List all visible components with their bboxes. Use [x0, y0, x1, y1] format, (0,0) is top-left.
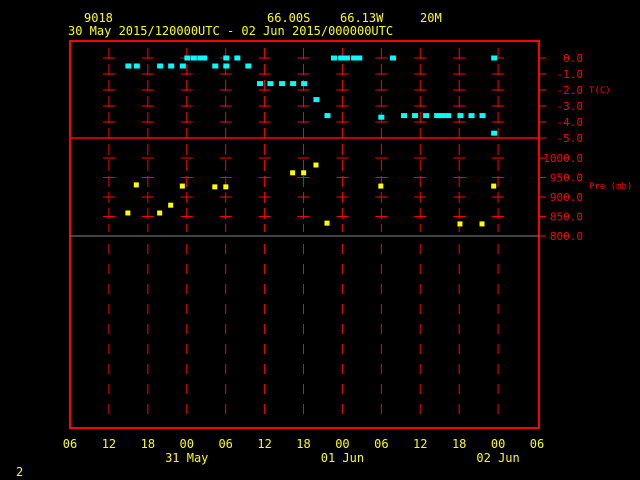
- pressure-point: [223, 184, 229, 190]
- temp-point: [412, 113, 419, 119]
- temp-point: [257, 81, 264, 87]
- x-tick-label: 12: [413, 437, 427, 451]
- x-tick-label: 18: [141, 437, 155, 451]
- plot-frame: [69, 40, 540, 429]
- x-tick-label: 06: [63, 437, 77, 451]
- temp-axis-label: T(C): [589, 86, 611, 96]
- temp-point: [330, 55, 337, 61]
- temp-point: [401, 113, 408, 119]
- temp-point: [479, 113, 486, 119]
- pressure-point: [125, 210, 131, 216]
- day-label: 31 May: [165, 451, 208, 465]
- pressure-point: [479, 221, 485, 227]
- temp-point: [439, 113, 446, 119]
- pressure-point: [133, 182, 139, 188]
- temp-point: [356, 55, 363, 61]
- x-tick-label: 12: [102, 437, 116, 451]
- time-period: 30 May 2015/120000UTC - 02 Jun 2015/0000…: [68, 24, 393, 38]
- grid: [102, 48, 546, 420]
- x-tick-label: 18: [296, 437, 310, 451]
- temp-point: [212, 63, 219, 69]
- elevation: 20M: [420, 11, 442, 25]
- x-tick-label: 00: [180, 437, 194, 451]
- temp-tick-label: -5.0: [557, 132, 584, 145]
- pressure-point: [324, 220, 330, 226]
- pressure-point: [313, 162, 319, 168]
- latitude: 66.00S: [267, 11, 310, 25]
- temp-point: [491, 55, 498, 61]
- x-tick-label: 06: [374, 437, 388, 451]
- pressure-point: [457, 221, 463, 227]
- temp-point: [245, 63, 252, 69]
- temp-point: [468, 113, 475, 119]
- pressure-point: [290, 170, 296, 176]
- temp-point: [201, 55, 208, 61]
- temp-point: [290, 81, 297, 87]
- temp-point: [223, 55, 230, 61]
- pressure-point: [157, 210, 163, 216]
- temp-point: [223, 63, 230, 69]
- x-tick-label: 06: [530, 437, 544, 451]
- pressure-point: [212, 184, 218, 190]
- temp-point: [301, 81, 308, 87]
- temp-point: [351, 55, 358, 61]
- temp-point: [324, 113, 331, 119]
- longitude: 66.13W: [340, 11, 384, 25]
- day-label: 02 Jun: [476, 451, 519, 465]
- temp-point: [179, 63, 186, 69]
- pres-tick-label: 850.0: [550, 211, 583, 224]
- temp-point: [457, 113, 464, 119]
- temp-point: [378, 114, 385, 120]
- temp-point: [279, 81, 286, 87]
- x-tick-label: 00: [335, 437, 349, 451]
- temp-point: [125, 63, 132, 69]
- pressure-point: [491, 183, 497, 189]
- temp-point: [234, 55, 241, 61]
- temp-point: [157, 63, 164, 69]
- pressure-point: [301, 170, 307, 176]
- temp-tick-label: -3.0: [557, 100, 584, 113]
- temp-tick-label: 0.0: [563, 52, 583, 65]
- x-tick-label: 06: [218, 437, 232, 451]
- pres-axis-label: Pre (mb): [589, 182, 632, 192]
- pres-tick-label: 950.0: [550, 172, 583, 185]
- x-tick-label: 18: [452, 437, 466, 451]
- temp-point: [491, 130, 498, 136]
- temp-point: [434, 113, 441, 119]
- temp-point: [313, 97, 320, 103]
- pressure-point: [168, 202, 174, 208]
- temp-tick-label: -2.0: [557, 84, 584, 97]
- day-label: 01 Jun: [321, 451, 364, 465]
- temp-point: [168, 63, 175, 69]
- pres-tick-label: 800.0: [550, 230, 583, 243]
- temp-point: [190, 55, 197, 61]
- pressure-point: [378, 183, 384, 189]
- pressure-point: [179, 183, 185, 189]
- temp-point: [390, 55, 397, 61]
- temp-tick-label: -1.0: [557, 68, 584, 81]
- x-tick-label: 00: [491, 437, 505, 451]
- temp-point: [133, 63, 140, 69]
- temp-point: [445, 113, 452, 119]
- temp-point: [338, 55, 345, 61]
- station-id: 9018: [84, 11, 113, 25]
- temp-tick-label: -4.0: [557, 116, 584, 129]
- x-tick-label: 12: [257, 437, 271, 451]
- temp-point: [184, 55, 191, 61]
- meteogram-chart: 9018 66.00S 66.13W 20M 30 May 2015/12000…: [16, 11, 632, 479]
- temp-point: [343, 55, 350, 61]
- page-number: 2: [16, 465, 23, 479]
- pres-tick-label: 1000.0: [543, 152, 583, 165]
- temp-point: [267, 81, 274, 87]
- pres-tick-label: 900.0: [550, 191, 583, 204]
- data-marks: [125, 55, 498, 227]
- temp-point: [423, 113, 430, 119]
